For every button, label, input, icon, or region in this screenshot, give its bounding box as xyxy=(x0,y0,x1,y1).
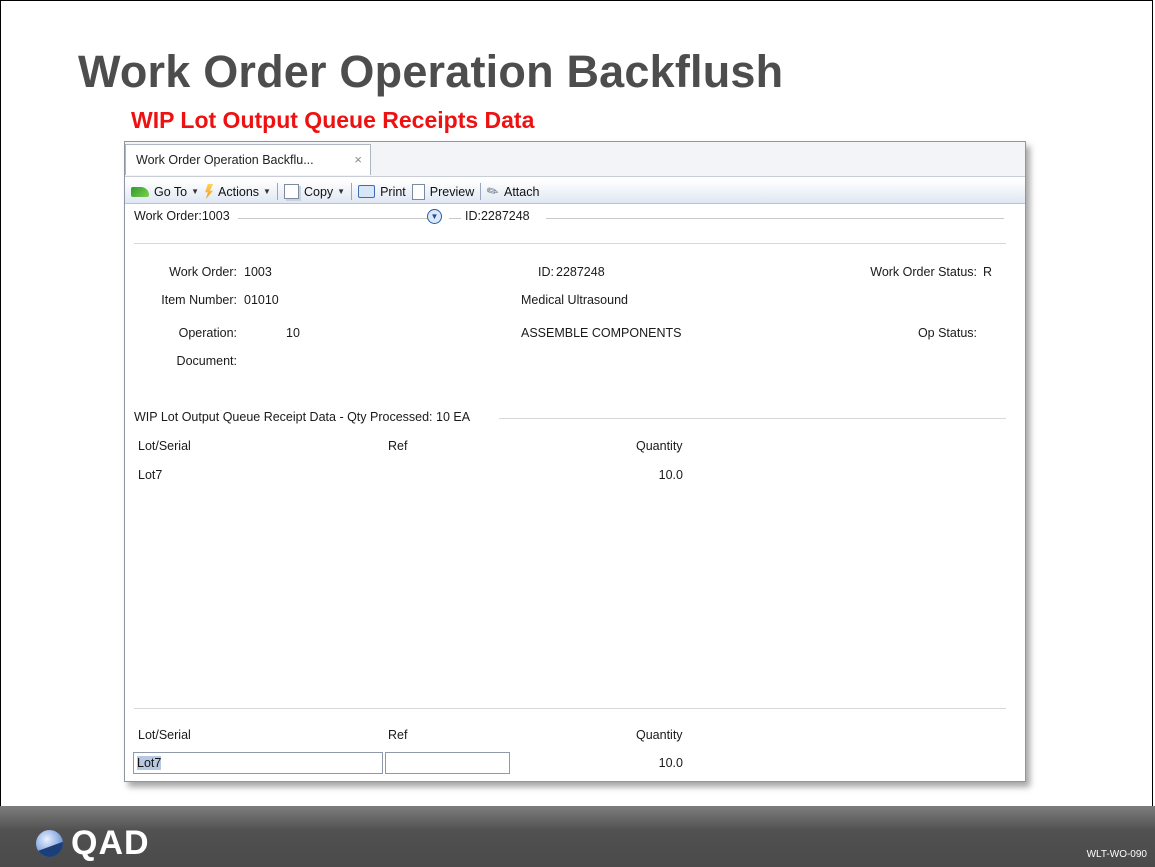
section-divider xyxy=(134,243,1006,244)
close-icon[interactable]: × xyxy=(354,145,362,175)
item-number-label: Item Number: xyxy=(161,293,237,307)
dropdown-caret-icon: ▼ xyxy=(337,187,346,196)
slide-footer: QAD WLT-WO-090 xyxy=(0,806,1155,867)
operation-value: 10 xyxy=(286,326,300,340)
record-header: Work Order:1003 ▼ ID:2287248 xyxy=(134,209,1004,227)
operation-label: Operation: xyxy=(178,326,237,340)
op-status-label: Op Status: xyxy=(917,326,977,340)
header-id: ID:2287248 xyxy=(465,209,530,223)
print-button[interactable]: Print xyxy=(358,185,406,199)
header-divider xyxy=(546,218,1004,219)
header-work-order: Work Order:1003 xyxy=(134,209,230,223)
edit-label-quantity: Quantity xyxy=(636,728,683,742)
chevron-down-icon[interactable]: ▼ xyxy=(427,209,442,224)
dropdown-caret-icon: ▼ xyxy=(191,187,200,196)
row-quantity: 10.0 xyxy=(658,468,683,482)
actions-label: Actions xyxy=(218,184,260,199)
copy-button[interactable]: Copy ▼ xyxy=(283,184,346,199)
copy-label: Copy xyxy=(303,184,334,199)
operation-description: ASSEMBLE COMPONENTS xyxy=(521,326,682,340)
preview-icon xyxy=(411,183,425,200)
tab-work-order-operation-backflush[interactable]: Work Order Operation Backflu... × xyxy=(125,144,371,175)
preview-label: Preview xyxy=(429,184,475,199)
goto-label: Go To xyxy=(154,184,188,199)
preview-button[interactable]: Preview xyxy=(411,183,475,200)
edit-label-lot-serial: Lot/Serial xyxy=(138,728,191,742)
section-divider xyxy=(134,708,1006,709)
slide-title: Work Order Operation Backflush xyxy=(78,46,784,97)
tab-label: Work Order Operation Backflu... xyxy=(136,153,314,167)
qad-logo: QAD xyxy=(36,826,150,860)
slide-subtitle: WIP Lot Output Queue Receipts Data xyxy=(131,107,535,133)
toolbar-separator xyxy=(351,183,353,200)
attach-label: Attach xyxy=(503,184,540,199)
document-label: Document: xyxy=(176,354,237,368)
slide-code: WLT-WO-090 xyxy=(1086,849,1147,860)
application-window: Work Order Operation Backflu... × Go To … xyxy=(124,141,1026,782)
attach-button[interactable]: ✎ Attach xyxy=(483,181,540,201)
edit-label-ref: Ref xyxy=(388,728,408,742)
qad-logo-text: QAD xyxy=(71,824,150,862)
toolbar: Go To ▼ Actions ▼ Copy ▼ Print Preview ✎… xyxy=(125,180,1025,204)
dropdown-caret-icon: ▼ xyxy=(263,187,271,196)
printer-icon xyxy=(358,185,376,198)
column-header-lot-serial[interactable]: Lot/Serial xyxy=(138,439,191,453)
section-divider xyxy=(499,418,1006,419)
header-divider xyxy=(449,218,461,219)
work-order-status-value: R xyxy=(983,265,993,279)
copy-icon xyxy=(283,184,299,199)
toolbar-separator xyxy=(480,183,482,200)
work-order-label: Work Order: xyxy=(169,265,237,279)
toolbar-separator xyxy=(276,183,278,200)
column-header-quantity[interactable]: Quantity xyxy=(636,439,683,453)
id-value: 2287248 xyxy=(556,265,605,279)
item-number-value: 01010 xyxy=(244,293,279,307)
paperclip-icon: ✎ xyxy=(483,181,502,201)
work-order-value: 1003 xyxy=(244,265,272,279)
tab-strip: Work Order Operation Backflu... × xyxy=(125,142,1025,177)
column-header-ref[interactable]: Ref xyxy=(388,439,407,453)
id-label: ID: xyxy=(538,265,554,279)
lightning-icon xyxy=(205,184,214,199)
row-lot-serial: Lot7 xyxy=(138,468,163,482)
qad-logo-icon xyxy=(36,829,63,857)
print-label: Print xyxy=(380,184,406,199)
item-description: Medical Ultrasound xyxy=(521,293,628,307)
lot-serial-input[interactable]: Lot7 xyxy=(133,752,383,774)
goto-button[interactable]: Go To ▼ xyxy=(131,185,199,199)
work-order-status-label: Work Order Status: xyxy=(870,265,977,279)
goto-arrow-icon xyxy=(131,186,149,197)
queue-section-title: WIP Lot Output Queue Receipt Data - Qty … xyxy=(134,410,471,424)
header-divider xyxy=(238,218,428,219)
quantity-field[interactable]: 10.0 xyxy=(625,756,683,770)
lot-serial-input-text: Lot7 xyxy=(137,756,162,770)
actions-button[interactable]: Actions ▼ xyxy=(205,184,271,199)
ref-input[interactable] xyxy=(385,752,510,774)
